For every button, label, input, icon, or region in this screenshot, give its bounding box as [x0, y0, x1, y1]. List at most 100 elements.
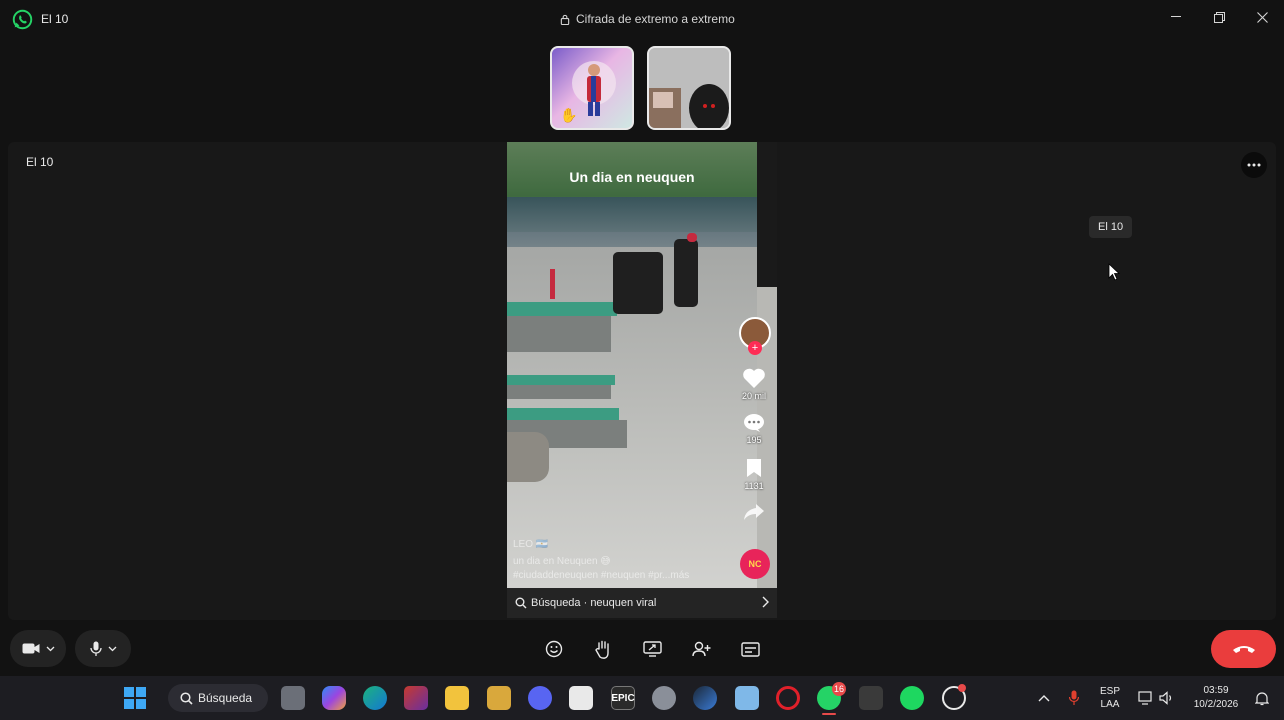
chevron-right-icon [762, 596, 769, 608]
video-scene-buildings [507, 197, 757, 252]
raise-hand-button[interactable] [591, 638, 615, 660]
minimize-icon [1171, 16, 1181, 17]
shared-screen-video: Un dia en neuquen + 20 mil 195 1131 NC L… [507, 142, 777, 618]
window-title: El 10 [41, 12, 69, 26]
participant-thumbnail-other[interactable] [647, 46, 731, 130]
edge-browser-icon[interactable] [363, 686, 387, 710]
video-bollard [550, 269, 555, 299]
participant-thumbnail-self[interactable]: ✋ [550, 46, 634, 130]
microphone-toggle-button[interactable] [75, 630, 131, 667]
minimize-button[interactable] [1163, 6, 1189, 28]
chevron-down-icon [46, 646, 54, 651]
restore-button[interactable] [1206, 6, 1232, 28]
game-launcher-icon[interactable] [487, 686, 511, 710]
close-button[interactable] [1249, 6, 1275, 28]
video-overlay-title: Un dia en neuquen [569, 169, 695, 185]
more-options-button[interactable] [1241, 152, 1267, 178]
microsoft-store-icon[interactable] [569, 686, 593, 710]
microphone-icon [89, 641, 102, 656]
mouse-cursor-icon [1108, 263, 1120, 281]
music-disc-icon: NC [740, 549, 770, 579]
taskbar-search[interactable]: Búsqueda [168, 684, 268, 712]
copilot-icon[interactable] [322, 686, 346, 710]
clock-date: 10/2/2026 [1193, 699, 1239, 710]
emoji-icon [545, 640, 563, 658]
lock-icon [560, 14, 570, 25]
caption-tags: #ciudaddeneuquen #neuquen #pr...más [513, 570, 690, 581]
winrar-icon[interactable] [404, 686, 428, 710]
notification-bell-icon[interactable] [1250, 686, 1274, 710]
epic-games-icon[interactable]: EPIC [611, 686, 635, 710]
follow-plus-icon: + [748, 341, 762, 355]
steam-icon[interactable] [693, 686, 717, 710]
emoji-reaction-button[interactable] [542, 638, 566, 660]
end-call-icon [1232, 646, 1255, 653]
camera-toggle-button[interactable] [10, 630, 66, 667]
music-disc-label: NC [748, 559, 762, 569]
opera-browser-icon[interactable] [776, 686, 800, 710]
task-view-icon[interactable] [281, 686, 305, 710]
share-icon [739, 503, 769, 521]
participant-video-preview: ✋ [560, 61, 616, 124]
video-person-cap [687, 233, 697, 242]
clock[interactable]: 03:59 10/2/2026 [1186, 685, 1246, 710]
video-bench [507, 375, 615, 385]
participant-name-label: El 10 [26, 155, 54, 169]
video-bench [507, 408, 619, 420]
chevron-down-icon [108, 646, 116, 651]
video-planter [507, 316, 611, 352]
settings-icon[interactable] [652, 686, 676, 710]
participant-tooltip: El 10 [1089, 216, 1133, 238]
caption-text: un dia en Neuquen 😅 [513, 556, 611, 567]
share-screen-button[interactable] [640, 638, 664, 660]
video-side-strip [757, 142, 777, 287]
likes-count: 20 mil [741, 391, 766, 401]
add-participant-button[interactable] [689, 638, 713, 660]
search-icon [180, 691, 193, 705]
file-explorer-icon[interactable] [445, 686, 469, 710]
svg-text:✋: ✋ [560, 107, 577, 124]
participant-video-preview [649, 48, 729, 128]
video-person [674, 239, 698, 307]
fan-app-icon[interactable] [735, 686, 759, 710]
encryption-label: Cifrada de extremo a extremo [576, 12, 735, 26]
restore-icon [1213, 11, 1225, 23]
add-participant-icon [691, 641, 710, 657]
encryption-notice: Cifrada de extremo a extremo [560, 12, 735, 26]
captions-icon [740, 641, 760, 657]
caption-user: LEO 🇦🇷 [513, 539, 549, 550]
language-variant: LAA [1100, 699, 1120, 710]
pinned-app-icon[interactable] [859, 686, 883, 710]
title-bar: El 10 Cifrada de extremo a extremo [0, 0, 1284, 38]
share-screen-icon [642, 641, 662, 657]
comments-count: 195 [746, 435, 762, 445]
language-code: ESP [1099, 686, 1120, 697]
close-icon [1256, 11, 1268, 23]
active-app-indicator [822, 713, 836, 715]
search-icon [515, 597, 527, 609]
microphone-in-use-icon[interactable] [1062, 686, 1086, 710]
video-bench [507, 302, 617, 316]
taskbar-search-label: Búsqueda [198, 691, 253, 705]
video-planter [507, 385, 611, 399]
video-search-text: Búsqueda · neuquen viral [531, 597, 657, 609]
whatsapp-notification-badge: 16 [832, 682, 846, 696]
video-person [613, 252, 663, 314]
video-search-bar: Búsqueda · neuquen viral [507, 588, 777, 618]
saves-count: 1131 [744, 481, 764, 491]
clock-time: 03:59 [1203, 685, 1229, 696]
spotify-icon[interactable] [900, 686, 924, 710]
volume-icon[interactable] [1155, 686, 1179, 710]
recording-dot-icon [958, 684, 966, 692]
more-horizontal-icon [1247, 163, 1261, 167]
bookmark-icon [739, 458, 769, 478]
raise-hand-icon [595, 640, 609, 659]
keyboard-language[interactable]: ESP LAA [1096, 686, 1124, 710]
video-camera-icon [22, 643, 39, 654]
end-call-button[interactable] [1211, 630, 1276, 668]
heart-icon [739, 367, 769, 389]
chevron-up-icon[interactable] [1032, 686, 1056, 710]
windows-start-icon[interactable] [123, 686, 147, 710]
discord-icon[interactable] [528, 686, 552, 710]
captions-button[interactable] [738, 638, 762, 660]
